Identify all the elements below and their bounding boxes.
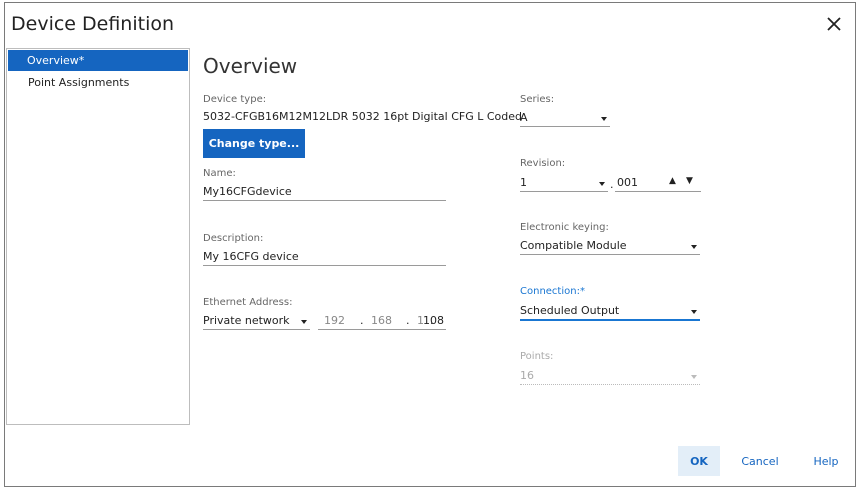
chevron-down-icon <box>599 182 605 186</box>
revision-major-select[interactable]: 1 <box>520 174 608 192</box>
sidebar: Overview* Point Assignments <box>6 48 190 425</box>
electronic-keying-value: Compatible Module <box>520 239 627 252</box>
help-button[interactable]: Help <box>806 446 846 476</box>
name-label: Name: <box>203 168 236 179</box>
name-field[interactable]: My16CFGdevice <box>203 183 446 201</box>
description-label: Description: <box>203 233 264 244</box>
points-label: Points: <box>520 351 554 362</box>
ip-octet-4[interactable]: 108 <box>423 314 444 327</box>
description-field[interactable]: My 16CFG device <box>203 248 446 266</box>
close-icon <box>827 17 841 31</box>
ip-dot: . <box>406 314 410 327</box>
chevron-down-icon <box>691 310 697 314</box>
connection-value: Scheduled Output <box>520 304 620 317</box>
chevron-down-icon <box>601 117 607 121</box>
cancel-button[interactable]: Cancel <box>736 446 784 476</box>
revision-dot: . <box>610 178 614 191</box>
revision-major-value: 1 <box>520 176 527 189</box>
series-select-value: A <box>520 111 528 124</box>
ok-button[interactable]: OK <box>678 446 720 476</box>
chevron-down-icon <box>691 375 697 379</box>
revision-label: Revision: <box>520 158 566 169</box>
chevron-down-icon <box>301 320 307 324</box>
page-title: Overview <box>203 54 298 78</box>
sidebar-item-point-assignments[interactable]: Point Assignments <box>7 72 189 94</box>
ip-octet-2[interactable]: 168 <box>371 314 392 327</box>
ip-address-field[interactable]: 192 . 168 . 1 . 108 <box>318 312 446 330</box>
chevron-down-icon <box>691 245 697 249</box>
points-value: 16 <box>520 369 534 382</box>
ethernet-address-label: Ethernet Address: <box>203 297 293 308</box>
electronic-keying-select[interactable]: Compatible Module <box>520 237 700 255</box>
chevron-down-icon[interactable]: ▼ <box>686 176 693 186</box>
device-type-label: Device type: <box>203 94 267 105</box>
points-select: 16 <box>520 367 700 385</box>
ip-octet-1[interactable]: 192 <box>324 314 345 327</box>
network-select-value: Private network <box>203 314 290 327</box>
connection-label: Connection:* <box>520 286 585 297</box>
change-type-button[interactable]: Change type... <box>203 129 305 158</box>
close-button[interactable] <box>821 11 847 37</box>
network-select[interactable]: Private network <box>203 312 310 330</box>
dialog-title: Device Definition <box>11 13 175 35</box>
connection-select[interactable]: Scheduled Output <box>520 302 700 321</box>
sidebar-item-overview[interactable]: Overview* <box>8 50 188 71</box>
electronic-keying-label: Electronic keying: <box>520 222 609 233</box>
series-label: Series: <box>520 94 555 105</box>
ip-dot: . <box>360 314 364 327</box>
series-select[interactable]: A <box>520 109 610 127</box>
device-type-value: 5032-CFGB16M12M12LDR 5032 16pt Digital C… <box>203 110 522 123</box>
revision-minor-value: 001 <box>617 176 638 189</box>
chevron-up-icon[interactable]: ▲ <box>669 176 676 186</box>
